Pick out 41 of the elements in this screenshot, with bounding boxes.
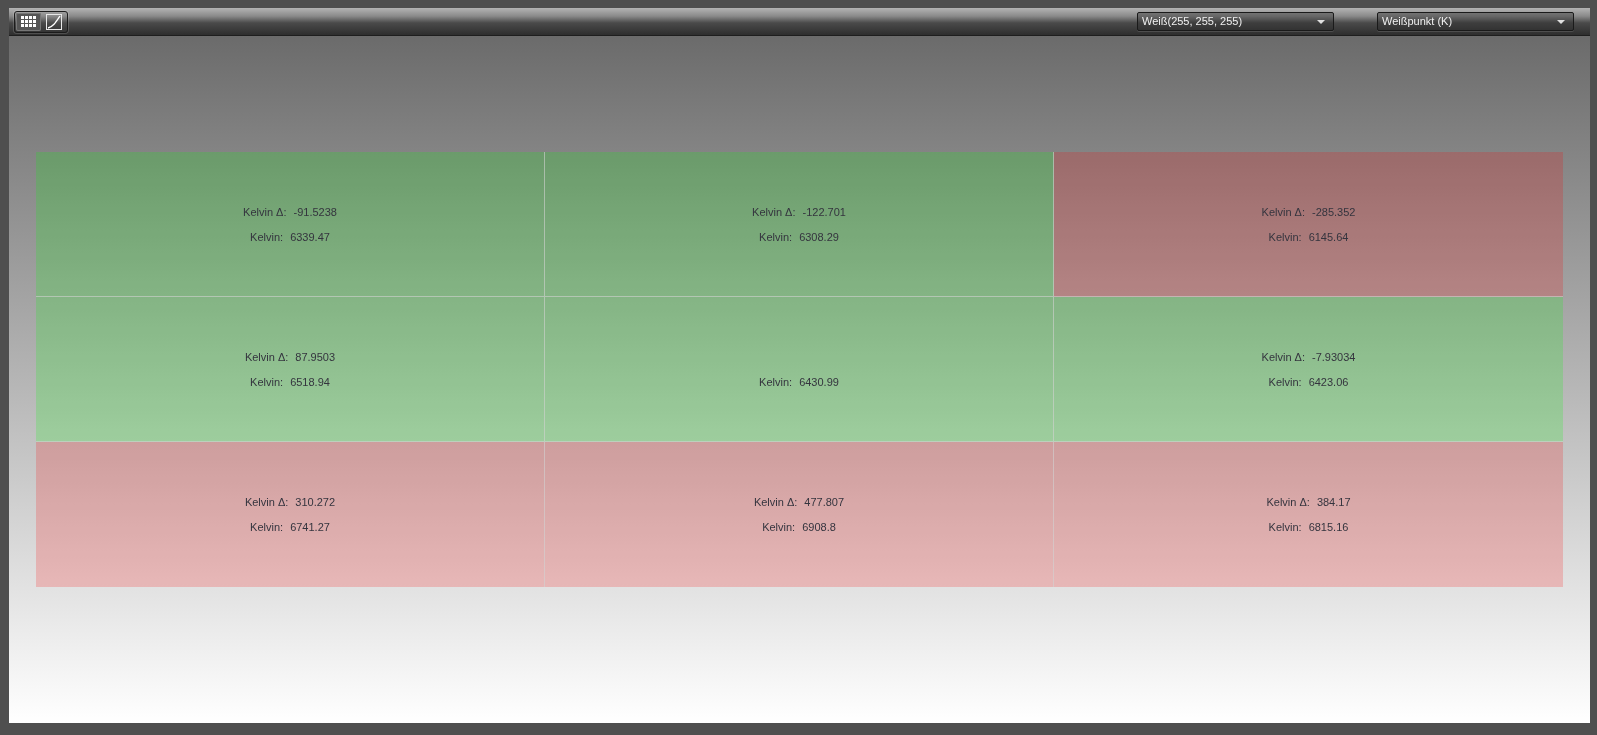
kelvin-value: 6423.06 bbox=[1308, 374, 1349, 389]
kelvin-label: Kelvin: bbox=[759, 374, 793, 389]
kelvin-value: 6430.99 bbox=[799, 374, 839, 389]
delta-value: 87.9503 bbox=[295, 349, 336, 364]
dropdown[interactable]: Weißpunkt (K) bbox=[1377, 12, 1574, 31]
kelvin-label: Kelvin: bbox=[759, 229, 793, 244]
kelvin-label: Kelvin: bbox=[762, 520, 796, 534]
kelvin-label: Kelvin: bbox=[1268, 520, 1302, 534]
kelvin-value: 6145.64 bbox=[1308, 229, 1349, 244]
delta-label: Kelvin Δ: bbox=[1266, 495, 1310, 509]
delta-label: Kelvin Δ: bbox=[1261, 204, 1305, 219]
kelvin-label: Kelvin: bbox=[1268, 229, 1302, 244]
kelvin-label: Kelvin: bbox=[250, 374, 284, 389]
kelvin-value: 6339.47 bbox=[290, 229, 330, 244]
kelvin-label: Kelvin: bbox=[250, 229, 284, 244]
kelvin-value: 6518.94 bbox=[290, 374, 330, 389]
kelvin-value: 6741.27 bbox=[290, 520, 330, 534]
kelvin-label: Kelvin: bbox=[250, 520, 284, 534]
grid-icon bbox=[21, 16, 36, 27]
delta-value: -285.352 bbox=[1312, 204, 1356, 219]
delta-value: 384.17 bbox=[1316, 495, 1351, 509]
delta-label: Kelvin Δ: bbox=[244, 495, 289, 509]
delta-label: Kelvin Δ: bbox=[243, 204, 287, 219]
delta-value: -122.701 bbox=[802, 204, 846, 219]
kelvin-value: 6908.8 bbox=[802, 520, 836, 534]
delta-label: Kelvin Δ: bbox=[753, 495, 798, 509]
kelvin-value: 6308.29 bbox=[799, 229, 839, 244]
kelvin-value: 6815.16 bbox=[1308, 520, 1349, 534]
dropdown[interactable]: Weiß(255, 255, 255) bbox=[1137, 12, 1334, 31]
caret-icon bbox=[1317, 19, 1325, 24]
caret-icon bbox=[1557, 19, 1565, 24]
delta-label: Kelvin Δ: bbox=[752, 204, 796, 219]
delta-value: -7.93034 bbox=[1312, 349, 1356, 364]
delta-value: 477.807 bbox=[804, 495, 845, 509]
delta-value: 310.272 bbox=[295, 495, 336, 509]
kelvin-label: Kelvin: bbox=[1268, 374, 1302, 389]
delta-label: Kelvin Δ: bbox=[244, 349, 289, 364]
delta-value: -91.5238 bbox=[293, 204, 337, 219]
curve-icon bbox=[45, 13, 62, 30]
delta-label: Kelvin Δ: bbox=[1261, 349, 1305, 364]
grid-view-button[interactable] bbox=[16, 12, 41, 31]
